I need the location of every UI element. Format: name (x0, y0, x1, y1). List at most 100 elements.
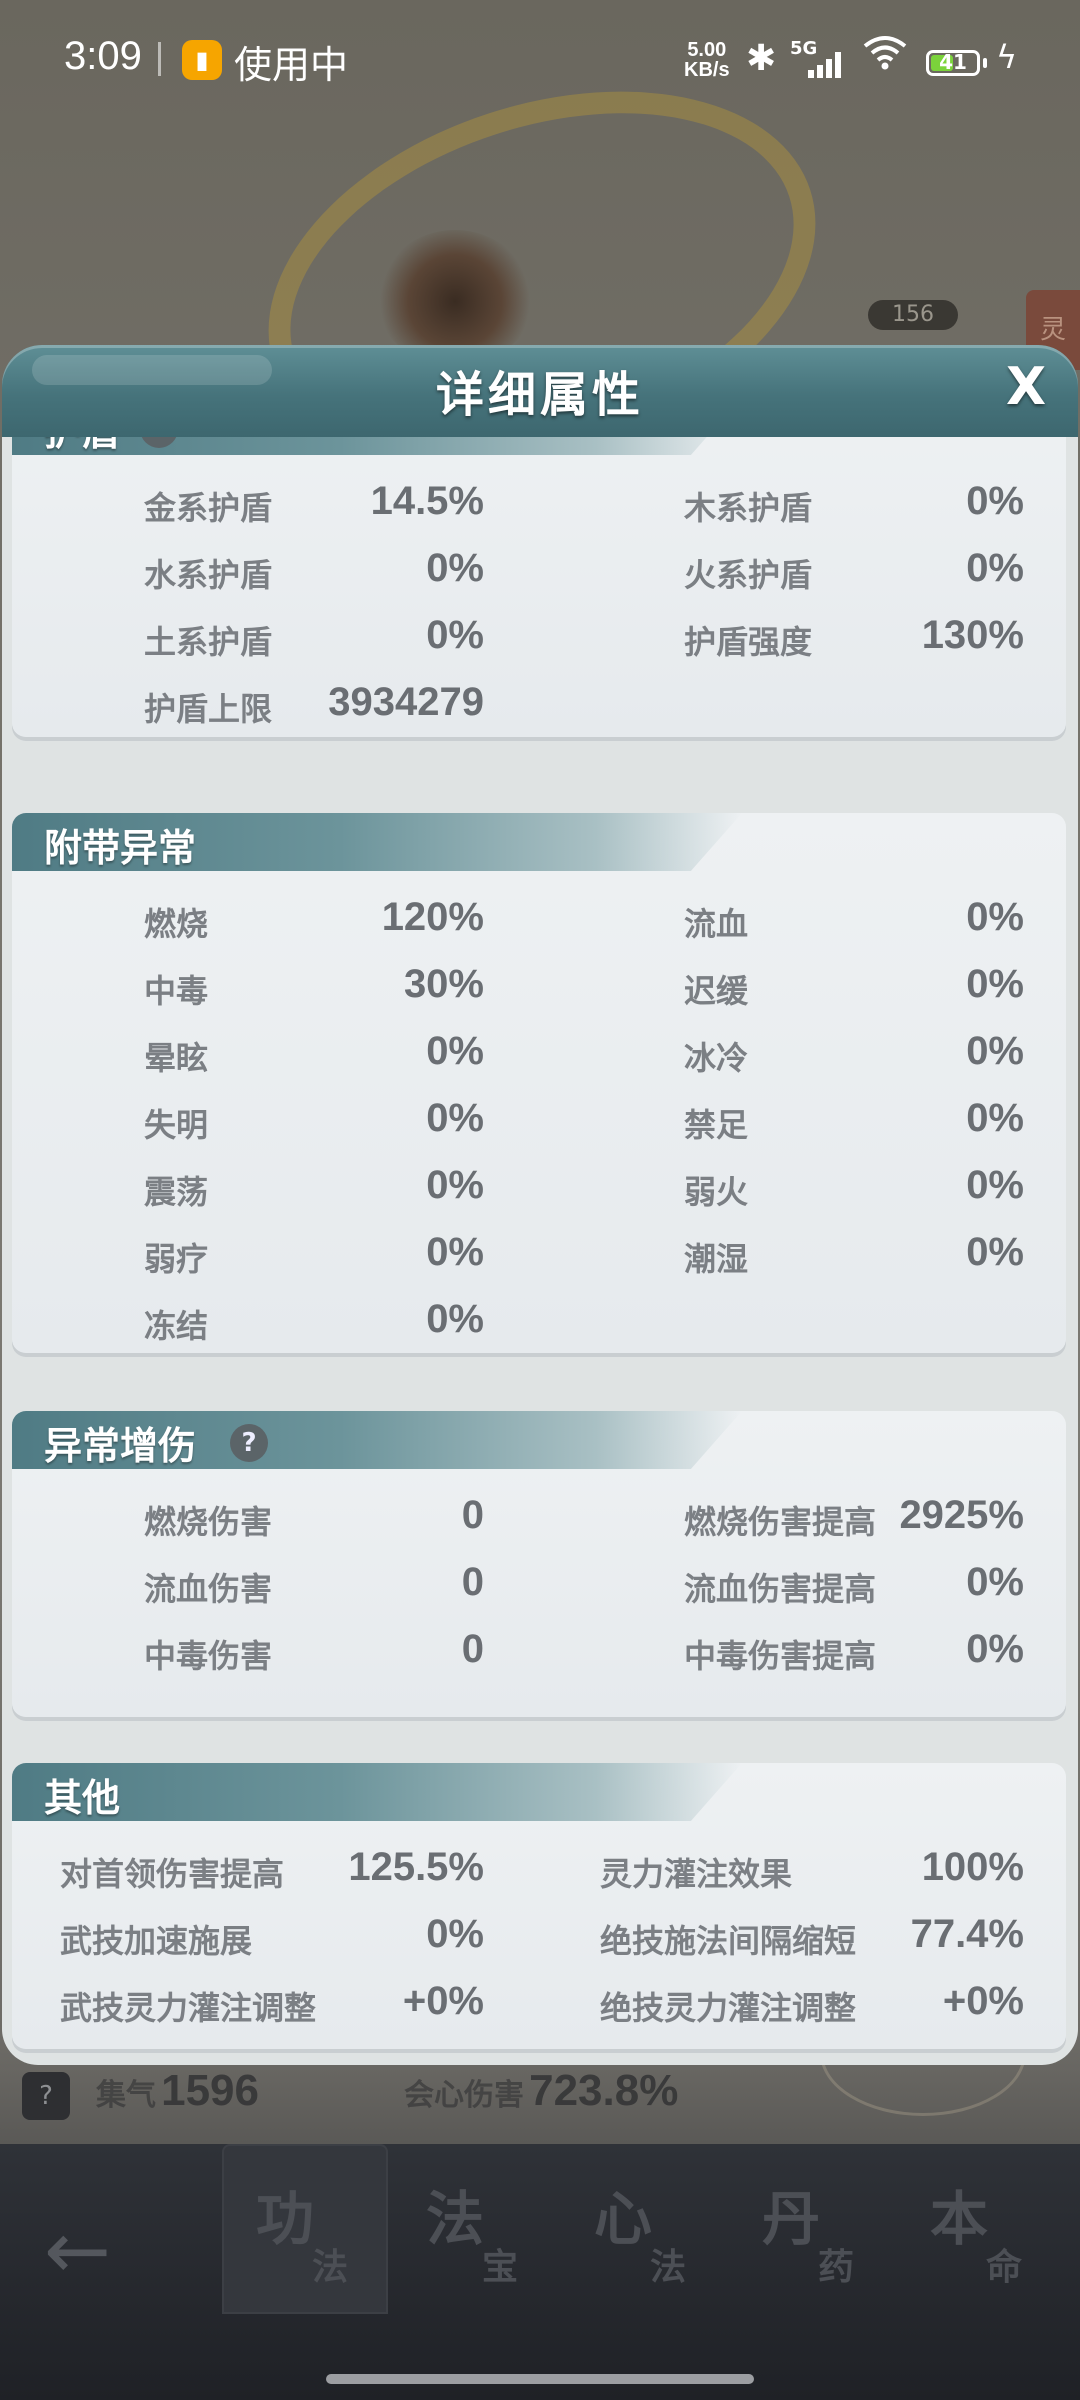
stat-label: 冻结 (144, 1307, 209, 1345)
tab-fabao[interactable]: 法 宝 (392, 2144, 558, 2314)
home-indicator[interactable] (326, 2374, 754, 2384)
stat-value: 0% (966, 895, 1024, 939)
stat-row: 对首领伤害提高 125.5% (60, 1841, 484, 1893)
stat-label: 武技灵力灌注调整 (60, 1989, 317, 2027)
section-title: 其他 (44, 1776, 121, 1820)
help-icon[interactable]: ? (140, 437, 178, 448)
stat-value: 0% (426, 1297, 484, 1341)
stat-value: 0 (461, 1560, 484, 1604)
stat-value: 0 (461, 1627, 484, 1671)
stat-row: 燃烧伤害 0 (144, 1489, 484, 1541)
tab-main-glyph: 本 (930, 2185, 989, 2253)
stat-value: 0% (966, 1230, 1024, 1274)
section-other: 其他 对首领伤害提高 125.5% 武技加速施展 0% 武技灵力灌注调整 +0% 灵力… (12, 1763, 1066, 2049)
stat-value: 77.4% (910, 1912, 1024, 1956)
dialog-body[interactable]: 护盾 ? 金系护盾 14.5% 水系护盾 0% 土系护盾 0% 护盾上限 393… (2, 437, 1078, 2065)
stat-value: 0% (966, 1560, 1024, 1604)
section-header: 护盾 ? (12, 437, 742, 455)
tab-sub-glyph: 命 (986, 2247, 1023, 2288)
stat-value: 0% (966, 1627, 1024, 1671)
qi-label: 集气 (96, 2078, 156, 2113)
stat-value: 100% (921, 1845, 1024, 1889)
section-title: 护盾 (44, 437, 120, 455)
stat-row: 流血伤害提高 0% (684, 1556, 1024, 1608)
tab-danyao[interactable]: 丹 药 (728, 2144, 894, 2314)
stat-label: 护盾上限 (144, 690, 273, 728)
stat-row: 水系护盾 0% (144, 542, 484, 594)
stat-label: 迟缓 (684, 972, 749, 1010)
stat-value: 0% (966, 1163, 1024, 1207)
stat-row: 武技灵力灌注调整 +0% (60, 1975, 484, 2027)
stat-row: 弱火 0% (684, 1159, 1024, 1211)
stat-label: 流血 (684, 905, 749, 943)
background-stats-strip: ? 集气 1596 会心伤害 723.8% (0, 2064, 1080, 2144)
stat-value: 0% (426, 613, 484, 657)
stat-value: 0% (966, 1029, 1024, 1073)
stat-row: 燃烧 120% (144, 891, 484, 943)
stat-row: 流血 0% (684, 891, 1024, 943)
stat-row: 潮湿 0% (684, 1226, 1024, 1278)
stat-row: 冰冷 0% (684, 1025, 1024, 1077)
tab-sub-glyph: 宝 (482, 2247, 519, 2288)
flashlight-icon: ▮ (182, 40, 222, 80)
dialog-header: 详细属性 X (2, 345, 1078, 437)
stat-row: 晕眩 0% (144, 1025, 484, 1077)
net-speed: 5.00 KB/s (684, 40, 730, 80)
stat-label: 燃烧伤害提高 (684, 1503, 877, 1541)
stat-value: +0% (402, 1979, 484, 2023)
status-bar: 3:09 ▮ 使用中 5.00 KB/s ✱ 5G 41 ϟ (0, 0, 1080, 120)
section-shield: 护盾 ? 金系护盾 14.5% 水系护盾 0% 土系护盾 0% 护盾上限 393… (12, 437, 1066, 737)
net-speed-value: 5.00 (687, 39, 727, 61)
stat-label: 中毒伤害提高 (684, 1637, 877, 1675)
signal-icon (808, 50, 848, 78)
back-arrow-icon[interactable]: ← (44, 2204, 111, 2297)
stat-value: 0% (426, 1029, 484, 1073)
tab-gongfa[interactable]: 功 法 (222, 2144, 388, 2314)
stat-value: 130% (921, 613, 1024, 657)
clock: 3:09 (64, 34, 142, 78)
stat-value: 0 (461, 1493, 484, 1537)
stat-label: 晕眩 (144, 1039, 209, 1077)
help-icon[interactable]: ? (22, 2072, 70, 2120)
stat-label: 震荡 (144, 1173, 209, 1211)
stat-label: 绝技灵力灌注调整 (600, 1989, 857, 2027)
tab-xinfa[interactable]: 心 法 (560, 2144, 726, 2314)
close-button[interactable]: X (996, 357, 1056, 417)
stat-label: 绝技施法间隔缩短 (600, 1922, 857, 1960)
level-badge: 156 (868, 300, 958, 330)
section-header: 附带异常 (12, 813, 742, 871)
stat-row: 禁足 0% (684, 1092, 1024, 1144)
stat-row: 中毒伤害提高 0% (684, 1623, 1024, 1675)
stat-row: 弱疗 0% (144, 1226, 484, 1278)
wifi-icon (862, 34, 908, 79)
section-header: 异常增伤 ? (12, 1411, 742, 1469)
stat-label: 流血伤害提高 (684, 1570, 877, 1608)
qi-value: 1596 (161, 2066, 259, 2115)
stat-value: 2925% (899, 1493, 1024, 1537)
stat-row: 木系护盾 0% (684, 475, 1024, 527)
crit-damage-stat: 会心伤害 723.8% (404, 2066, 678, 2116)
help-icon[interactable]: ? (230, 1424, 268, 1462)
stat-label: 燃烧 (144, 905, 209, 943)
stat-label: 水系护盾 (144, 556, 273, 594)
stat-row: 灵力灌注效果 100% (600, 1841, 1024, 1893)
stat-label: 失明 (144, 1106, 209, 1144)
stat-row: 迟缓 0% (684, 958, 1024, 1010)
net-speed-unit: KB/s (684, 59, 730, 81)
tab-main-glyph: 法 (426, 2185, 485, 2253)
stat-row: 土系护盾 0% (144, 609, 484, 661)
stat-row: 武技加速施展 0% (60, 1908, 484, 1960)
stat-row: 护盾强度 130% (684, 609, 1024, 661)
stat-label: 弱火 (684, 1173, 749, 1211)
stat-value: 125.5% (348, 1845, 484, 1889)
section-title: 附带异常 (44, 826, 197, 870)
detail-attributes-dialog: 详细属性 X 护盾 ? 金系护盾 14.5% 水系护盾 0% 土系护盾 0% 护… (0, 345, 1080, 2065)
tab-benming[interactable]: 本 命 (896, 2144, 1062, 2314)
stat-row: 绝技灵力灌注调整 +0% (600, 1975, 1024, 2027)
stat-value: 0% (426, 1230, 484, 1274)
stat-label: 流血伤害 (144, 1570, 273, 1608)
stat-value: 0% (966, 1096, 1024, 1140)
tab-main-glyph: 功 (256, 2185, 315, 2253)
stat-value: 30% (403, 962, 484, 1006)
battery-level: 41 (939, 50, 967, 74)
